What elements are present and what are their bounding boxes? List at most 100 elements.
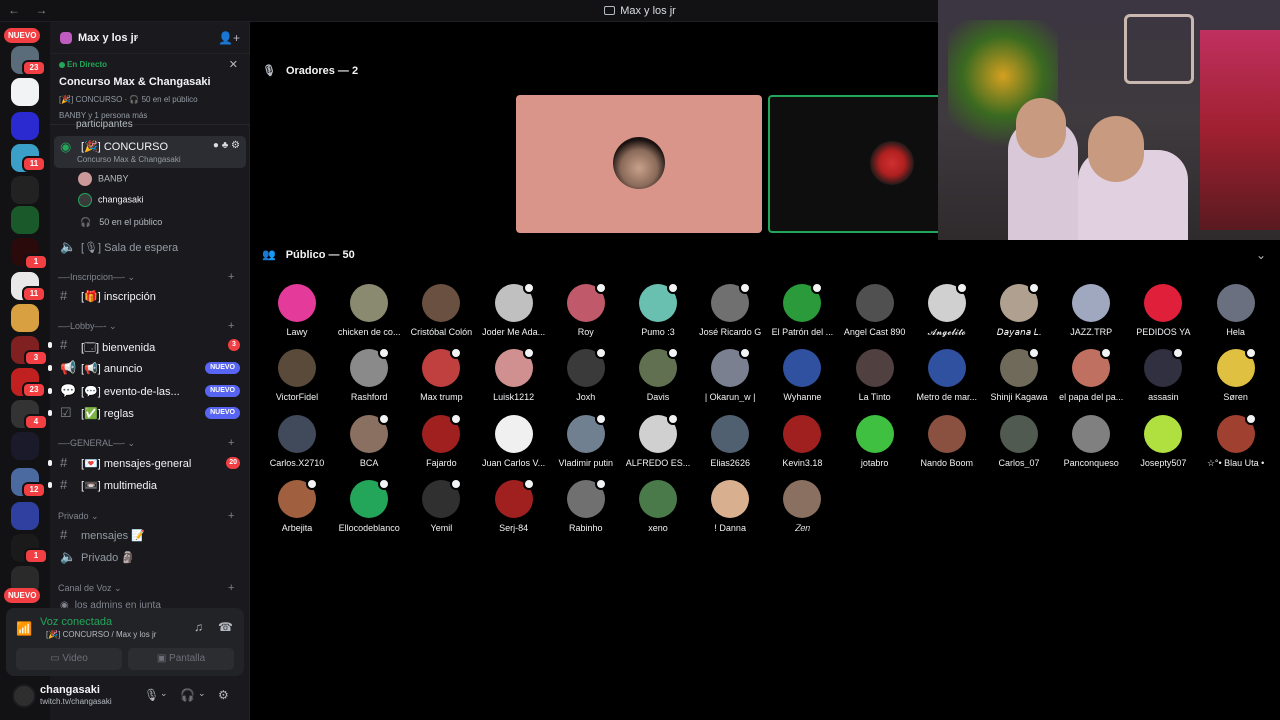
category-privado[interactable]: Privado ⌄ + <box>58 510 234 522</box>
channel-concurso[interactable]: ◉ [🎉] CONCURSO Concurso Max & Changasaki… <box>54 136 246 168</box>
server-icon[interactable] <box>11 304 39 332</box>
audience-member[interactable]: xeno <box>623 479 693 542</box>
stage-member[interactable]: BANBY <box>78 172 129 186</box>
server-icon[interactable] <box>11 502 39 530</box>
audience-member[interactable]: Juan Carlos V... <box>479 414 549 477</box>
plus-icon[interactable]: + <box>228 510 234 522</box>
audience-member[interactable]: BCA <box>334 412 404 477</box>
audience-member[interactable]: Metro de mar... <box>912 349 982 411</box>
voice-channel[interactable]: [🎉] CONCURSO / Max y los jr <box>46 630 156 639</box>
audience-member[interactable]: Yemil <box>406 477 476 542</box>
channel-mensajes[interactable]: # mensajes 📝 <box>54 524 246 546</box>
audience-member[interactable]: VictorFidel <box>262 349 332 411</box>
channel-sala-espera[interactable]: 🔈 [🎙] Sala de espera <box>54 236 246 258</box>
audience-member[interactable]: Carlos.X2710 <box>262 414 332 477</box>
headphones-icon[interactable]: 🎧 <box>180 688 195 702</box>
audience-member[interactable]: | Okarun_w | <box>695 347 765 411</box>
audience-member[interactable]: Nando Boom <box>912 414 982 477</box>
channel-privado[interactable]: 🔈 Privado 🗿 <box>54 546 246 568</box>
channel-mensajes-general[interactable]: # [💌] mensajes-general 20 <box>48 452 246 474</box>
chevron-down-icon[interactable]: ⌄ <box>198 688 206 699</box>
gear-icon[interactable]: ⚙ <box>218 688 229 702</box>
audience-member[interactable]: 𝘋𝘢𝘺𝘢𝘯𝘢 𝘓. <box>984 282 1054 346</box>
audience-member[interactable]: Angel Cast 890 <box>840 284 910 346</box>
plus-icon[interactable]: + <box>228 320 234 332</box>
audience-member[interactable]: Luisk1212 <box>479 347 549 411</box>
audience-member[interactable]: chicken de co... <box>334 284 404 346</box>
category-inscripcion[interactable]: —-Inscripcion—- ⌄ + <box>58 271 234 283</box>
speaker-tile-speaking[interactable] <box>768 95 948 233</box>
audience-member[interactable]: José Ricardo G <box>695 282 765 346</box>
channel-partial[interactable]: participantes <box>76 119 133 130</box>
audience-member[interactable]: assasin <box>1128 347 1198 411</box>
audience-member[interactable]: ALFREDO ES... <box>623 412 693 477</box>
audience-member[interactable]: Elias2626 <box>695 414 765 477</box>
audience-member[interactable]: Shinji Kagawa <box>984 347 1054 411</box>
audience-member[interactable]: Pumo :3 <box>623 282 693 346</box>
avatar[interactable] <box>12 684 36 708</box>
audience-member[interactable]: 𝑍𝑒𝑛 <box>767 479 837 542</box>
plus-icon[interactable]: + <box>228 582 234 594</box>
close-icon[interactable]: ✕ <box>229 58 238 71</box>
plus-icon[interactable]: + <box>228 437 234 449</box>
audience-member[interactable]: Arbejita <box>262 477 332 542</box>
live-event-banner[interactable]: En Directo ✕ Concurso Max & Changasaki [… <box>50 55 250 125</box>
audience-member[interactable]: Søren <box>1201 347 1271 411</box>
user-name[interactable]: changasaki <box>40 684 100 696</box>
audience-member[interactable]: jotabro <box>840 414 910 477</box>
channel-multimedia[interactable]: # [📼] multimedia <box>48 474 246 496</box>
stage-member[interactable]: changasaki <box>78 193 144 207</box>
audience-member[interactable]: Rashford <box>334 347 404 411</box>
audience-member[interactable]: 𝓐𝓷𝓰𝓮𝓵𝓲𝓽𝓸 <box>912 282 982 346</box>
channel-bienvenida[interactable]: # [🗔] bienvenida 3 <box>48 334 246 356</box>
audience-member[interactable]: Carlos_07 <box>984 414 1054 477</box>
speaker-tile[interactable] <box>516 95 762 233</box>
video-button[interactable]: ▭ Video <box>16 648 122 670</box>
audience-member[interactable]: Ellocodeblanco <box>334 477 404 542</box>
audience-member[interactable]: Hela <box>1201 284 1271 346</box>
server-icon[interactable] <box>11 112 39 140</box>
audience-member[interactable]: Panconqueso <box>1056 414 1126 477</box>
audience-member[interactable]: La Tinto <box>840 349 910 411</box>
channel-inscripcion[interactable]: # [🎁] inscripción <box>54 285 246 307</box>
audience-member[interactable]: ! Danna <box>695 479 765 542</box>
audience-member[interactable]: Cristóbal Colón <box>406 284 476 346</box>
server-header[interactable]: Max y los jr ⌄ 👤+ <box>50 22 250 54</box>
disconnect-icon[interactable]: ☎ <box>218 620 233 634</box>
audience-member[interactable]: el papa del pa... <box>1056 347 1126 411</box>
server-icon[interactable] <box>11 78 39 106</box>
audience-member[interactable]: Vladimir putin <box>551 412 621 477</box>
chevron-down-icon[interactable]: ⌄ <box>160 688 168 699</box>
category-voz[interactable]: Canal de Voz ⌄ + <box>58 582 234 594</box>
audience-member[interactable]: Josepty507 <box>1128 414 1198 477</box>
category-general[interactable]: —-GENERAL—- ⌄ + <box>58 437 234 449</box>
server-icon[interactable] <box>11 432 39 460</box>
server-icon[interactable] <box>11 176 39 204</box>
screen-share-button[interactable]: ▣ Pantalla <box>128 648 234 670</box>
audience-member[interactable]: ☆°• Blau Uta • <box>1201 412 1271 477</box>
audience-member[interactable]: JAZZ.TRP <box>1056 284 1126 346</box>
audience-member[interactable]: Roy <box>551 282 621 346</box>
audience-member[interactable]: Lawy <box>262 284 332 346</box>
audience-member[interactable]: Wyhanne <box>767 349 837 411</box>
audience-member[interactable]: Serj-84 <box>479 477 549 542</box>
microphone-icon[interactable]: 🎙 <box>144 688 159 702</box>
audience-member[interactable]: Fajardo <box>406 412 476 477</box>
chevron-down-icon[interactable]: ⌄ <box>1256 248 1266 262</box>
audience-member[interactable]: Kevin3.18 <box>767 414 837 477</box>
channel-actions-icons[interactable]: ● ♣ ⚙ <box>213 140 240 151</box>
channel-reglas[interactable]: ☑ [✅] reglas NUEVO <box>48 402 246 424</box>
channel-evento[interactable]: 💬 [💬] evento-de-las... NUEVO <box>48 380 246 402</box>
audience-member[interactable]: Joxh <box>551 347 621 411</box>
add-user-icon[interactable]: 👤+ <box>218 31 240 45</box>
audience-member[interactable]: Joder Me Ada... <box>479 282 549 346</box>
audience-member[interactable]: Rabinho <box>551 477 621 542</box>
signal-icon[interactable]: 📶 <box>16 621 32 637</box>
category-lobby[interactable]: —-Lobby—- ⌄ + <box>58 320 234 332</box>
channel-anuncio[interactable]: 📢 [📢] anuncio NUEVO <box>48 357 246 379</box>
audience-member[interactable]: El Patrón del ... <box>767 282 837 346</box>
audience-member[interactable]: PEDIDOS YA <box>1128 284 1198 346</box>
plus-icon[interactable]: + <box>228 271 234 283</box>
audience-member[interactable]: Max trump <box>406 347 476 411</box>
server-icon[interactable] <box>11 206 39 234</box>
